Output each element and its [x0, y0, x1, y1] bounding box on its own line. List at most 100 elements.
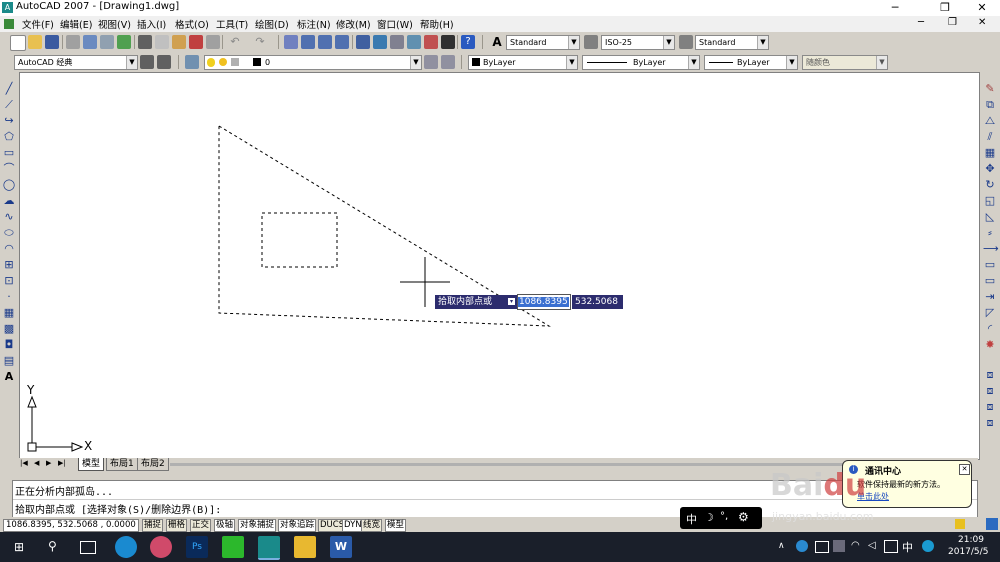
publish-icon[interactable] — [100, 35, 114, 49]
erase-icon[interactable]: ✎ — [983, 82, 997, 96]
region-icon[interactable]: ◘ — [2, 338, 16, 352]
copy-object-icon[interactable]: ⧉ — [983, 98, 997, 112]
network-icon[interactable] — [833, 540, 845, 552]
grid-toggle[interactable]: 栅格 — [166, 519, 188, 532]
save-icon[interactable] — [45, 35, 59, 49]
clean-screen-icon[interactable] — [986, 518, 998, 530]
match-properties-icon[interactable] — [189, 35, 203, 49]
minimize-button[interactable]: ─ — [880, 0, 910, 16]
make-block-icon[interactable]: ⊡ — [2, 274, 16, 288]
workspace-save-icon[interactable] — [157, 55, 171, 69]
paste-icon[interactable] — [172, 35, 186, 49]
array-icon[interactable]: ▦ — [983, 146, 997, 160]
make-layer-current-icon[interactable] — [424, 55, 438, 69]
doc-restore-button[interactable]: ❐ — [948, 17, 957, 28]
coord-y-input[interactable]: 532.5068 — [572, 295, 623, 309]
menu-insert[interactable]: 插入(I) — [137, 17, 166, 31]
color-combo[interactable]: ByLayer ▼ — [468, 55, 578, 70]
clock-date[interactable]: 2017/5/5 — [948, 547, 988, 557]
word-icon[interactable]: W — [330, 536, 352, 558]
properties-icon[interactable] — [356, 35, 370, 49]
tray-chevron-icon[interactable]: ∧ — [778, 541, 785, 551]
restore-button[interactable]: ❐ — [930, 0, 960, 16]
insert-block-icon[interactable]: ⊞ — [2, 258, 16, 272]
send-to-back-icon[interactable]: ⧈ — [983, 384, 997, 398]
tab-prev-icon[interactable]: ◀ — [34, 459, 39, 467]
spline-icon[interactable]: ∿ — [2, 210, 16, 224]
explode-icon[interactable]: ✸ — [983, 338, 997, 352]
break-at-point-icon[interactable]: ▭ — [983, 258, 997, 272]
gradient-icon[interactable]: ▩ — [2, 322, 16, 336]
join-icon[interactable]: ⇥ — [983, 290, 997, 304]
gear-icon[interactable]: ⚙ — [738, 510, 749, 524]
move-icon[interactable]: ✥ — [983, 162, 997, 176]
markup-icon[interactable] — [424, 35, 438, 49]
plot-preview-icon[interactable] — [83, 35, 97, 49]
ellipse-arc-icon[interactable]: ◠ — [2, 242, 16, 256]
rotate-icon[interactable]: ↻ — [983, 178, 997, 192]
workspace-combo[interactable]: AutoCAD 经典 ▼ — [14, 55, 138, 70]
model-space-toggle[interactable]: 模型 — [385, 519, 407, 532]
browser-icon[interactable] — [115, 536, 137, 558]
extend-icon[interactable]: ⟶ — [983, 242, 999, 256]
layer-previous-icon[interactable] — [441, 55, 455, 69]
polar-toggle[interactable]: 极轴 — [214, 519, 236, 532]
menu-file[interactable]: 文件(F) — [22, 17, 54, 31]
send-under-icon[interactable]: ⧈ — [983, 416, 997, 430]
menu-format[interactable]: 格式(O) — [175, 17, 209, 31]
tab-last-icon[interactable]: ▶| — [58, 459, 66, 467]
menu-dimension[interactable]: 标注(N) — [297, 17, 331, 31]
circle-icon[interactable]: ◯ — [2, 178, 16, 192]
bring-above-icon[interactable]: ⧈ — [983, 400, 997, 414]
autocad-task-icon[interactable] — [258, 536, 280, 560]
table-style-combo[interactable]: Standard ▼ — [695, 35, 769, 50]
moon-icon[interactable]: ☽ — [704, 511, 714, 524]
copy-icon[interactable] — [155, 35, 169, 49]
tray-ime-label[interactable]: 中 — [902, 539, 913, 555]
snap-toggle[interactable]: 捕捉 — [142, 519, 164, 532]
open-icon[interactable] — [28, 35, 42, 49]
osnap-toggle[interactable]: 对象捕捉 — [238, 519, 277, 532]
plot-icon[interactable] — [66, 35, 80, 49]
task-view-icon[interactable] — [80, 541, 96, 554]
close-icon[interactable]: ✕ — [959, 464, 970, 475]
mirror-icon[interactable]: ⧍ — [983, 114, 997, 128]
calculator-icon[interactable] — [441, 35, 455, 49]
lineweight-toggle[interactable]: 线宽 — [361, 519, 383, 532]
punctuation-icon[interactable]: °, — [720, 511, 728, 522]
undo-icon[interactable]: ↶ — [228, 35, 242, 49]
pan-icon[interactable] — [284, 35, 298, 49]
sheet-set-icon[interactable] — [407, 35, 421, 49]
close-button[interactable]: ✕ — [964, 0, 1000, 16]
video-player-icon[interactable] — [222, 536, 244, 558]
tab-first-icon[interactable]: |◀ — [20, 459, 28, 467]
menu-edit[interactable]: 编辑(E) — [60, 17, 92, 31]
etransmit-icon[interactable] — [117, 35, 131, 49]
workspace-settings-icon[interactable] — [140, 55, 154, 69]
multiline-text-icon[interactable]: A — [2, 370, 16, 384]
revision-cloud-icon[interactable]: ☁ — [2, 194, 16, 208]
linetype-combo[interactable]: ByLayer ▼ — [582, 55, 700, 70]
stretch-icon[interactable]: ◺ — [983, 210, 997, 224]
menu-view[interactable]: 视图(V) — [98, 17, 131, 31]
doc-minimize-button[interactable]: ─ — [918, 17, 924, 28]
clock-time[interactable]: 21:09 — [958, 535, 984, 545]
dim-style-combo[interactable]: ISO-25 ▼ — [601, 35, 675, 50]
lock-icon[interactable] — [955, 519, 965, 529]
tool-palettes-icon[interactable] — [390, 35, 404, 49]
new-icon[interactable] — [10, 35, 26, 51]
wifi-icon[interactable]: ◠ — [851, 540, 860, 551]
tab-layout1[interactable]: 布局1 — [106, 458, 138, 471]
menu-help[interactable]: 帮助(H) — [420, 17, 454, 31]
layer-combo[interactable]: 0 ▼ — [204, 55, 422, 70]
text-style-combo[interactable]: Standard ▼ — [506, 35, 580, 50]
photoshop-icon[interactable]: Ps — [186, 536, 208, 558]
windows-start-icon[interactable]: ⊞ — [14, 540, 28, 554]
polyline-icon[interactable]: ↪ — [2, 114, 16, 128]
hatch-icon[interactable]: ▦ — [2, 306, 16, 320]
zoom-previous-icon[interactable] — [335, 35, 349, 49]
menu-tools[interactable]: 工具(T) — [216, 17, 248, 31]
arc-icon[interactable]: ⌒ — [2, 162, 16, 176]
zoom-window-icon[interactable] — [318, 35, 332, 49]
point-icon[interactable]: · — [2, 290, 16, 304]
